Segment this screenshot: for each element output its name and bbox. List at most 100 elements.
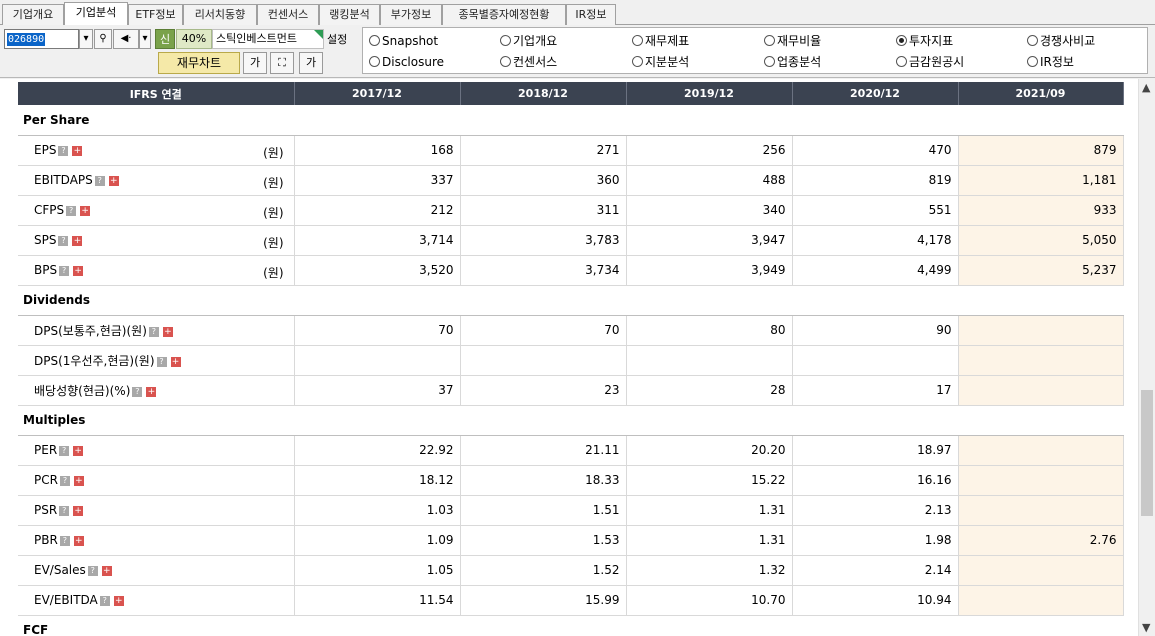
radio-financial-statements[interactable]: 재무제표 — [632, 33, 689, 49]
dropdown-arrow-icon[interactable]: ▾ — [79, 29, 93, 49]
help-icon[interactable]: ? — [59, 266, 70, 276]
radio-competitor-comparison[interactable]: 경쟁사비교 — [1027, 33, 1095, 49]
company-name: 스틱인베스트먼트 — [212, 29, 324, 49]
help-icon[interactable]: ? — [94, 176, 105, 186]
radio-label: Disclosure — [382, 55, 445, 69]
row-label: BPS — [34, 263, 58, 277]
value-cell: 1.53 — [460, 525, 627, 556]
investment-indicator-table: IFRS 연결 2017/12 2018/12 2019/12 2020/12 … — [18, 82, 1124, 636]
help-icon[interactable]: ? — [59, 536, 70, 546]
help-icon[interactable]: ? — [87, 566, 98, 576]
help-icon[interactable]: ? — [156, 356, 167, 367]
speaker-icon[interactable]: ◀· — [113, 29, 139, 49]
scroll-thumb[interactable] — [1141, 390, 1153, 516]
table-row: SPS? + (원) 3,714 3,783 3,947 4,178 5,050 — [18, 225, 1124, 256]
row-label: EV/EBITDA — [34, 593, 98, 607]
help-icon[interactable]: ? — [59, 476, 70, 486]
value-cell: 70 — [294, 315, 461, 346]
help-icon[interactable]: ? — [148, 326, 159, 337]
radio-industry-analysis[interactable]: 업종분석 — [764, 54, 821, 70]
value-cell: 551 — [792, 195, 959, 226]
search-icon[interactable]: ⚲ — [94, 29, 112, 49]
expand-plus-icon[interactable]: + — [162, 326, 173, 337]
table-row: EPS? + (원) 168 271 256 470 879 — [18, 135, 1124, 166]
radio-label: Snapshot — [382, 34, 439, 48]
expand-plus-icon[interactable]: + — [146, 386, 157, 397]
table-row: EBITDAPS? + (원) 337 360 488 819 1,181 — [18, 165, 1124, 196]
expand-icon[interactable]: ⛶ — [270, 52, 294, 74]
help-icon[interactable]: ? — [99, 596, 110, 606]
tab-extra-info[interactable]: 부가정보 — [380, 4, 442, 25]
row-label-cell: DPS(1우선주,현금)(원)? + — [18, 345, 295, 376]
radio-label: 경쟁사비교 — [1040, 34, 1096, 48]
row-label-cell: EPS? + (원) — [18, 135, 295, 166]
scroll-down-icon[interactable]: ▼ — [1142, 621, 1150, 634]
financial-chart-button[interactable]: 재무차트 — [158, 52, 240, 74]
tab-ir-info[interactable]: IR정보 — [566, 4, 616, 25]
value-cell: 3,714 — [294, 225, 461, 256]
value-cell: 340 — [626, 195, 793, 226]
tab-company-analysis[interactable]: 기업분석 — [64, 2, 128, 26]
radio-company-overview[interactable]: 기업개요 — [500, 33, 557, 49]
font-small-icon: 가 — [249, 56, 261, 69]
tab-research-trend[interactable]: 리서치동향 — [183, 4, 257, 25]
radio-icon — [1027, 35, 1038, 46]
radio-investment-indicators[interactable]: 투자지표 — [896, 33, 953, 49]
vertical-scrollbar[interactable]: ▲ ▼ — [1138, 79, 1155, 636]
header-period: 2017/12 — [294, 82, 461, 105]
header-period: 2020/12 — [792, 82, 959, 105]
expand-plus-icon[interactable]: + — [72, 236, 83, 246]
value-cell — [626, 345, 793, 376]
value-cell — [460, 345, 627, 376]
help-icon[interactable]: ? — [58, 146, 69, 156]
help-icon[interactable]: ? — [58, 236, 69, 246]
section-row: Multiples — [18, 405, 1123, 436]
speaker-dropdown-icon[interactable]: ▾ — [139, 29, 151, 49]
radio-label: 투자지표 — [909, 34, 954, 48]
expand-plus-icon[interactable]: + — [80, 206, 91, 216]
expand-plus-icon[interactable]: + — [73, 506, 84, 516]
scroll-up-icon[interactable]: ▲ — [1142, 81, 1150, 94]
radio-icon — [764, 35, 775, 46]
value-cell: 21.11 — [460, 435, 627, 466]
value-cell: 1.03 — [294, 495, 461, 526]
value-cell: 16.16 — [792, 465, 959, 496]
tab-company-overview[interactable]: 기업개요 — [2, 4, 64, 25]
radio-equity-analysis[interactable]: 지분분석 — [632, 54, 689, 70]
radio-financial-ratios[interactable]: 재무비율 — [764, 33, 821, 49]
settings-link[interactable]: 설정 — [327, 31, 347, 47]
radio-disclosure[interactable]: Disclosure — [369, 54, 444, 70]
radio-snapshot[interactable]: Snapshot — [369, 33, 438, 49]
expand-plus-icon[interactable]: + — [72, 146, 83, 156]
tab-consensus[interactable]: 컨센서스 — [257, 4, 319, 25]
expand-plus-icon[interactable]: + — [101, 566, 112, 576]
stock-code-input[interactable]: 026890 — [4, 29, 79, 49]
section-title: FCF — [18, 615, 1123, 636]
font-decrease-button[interactable]: 가 — [243, 52, 267, 74]
tab-capital-increase[interactable]: 종목별증자예정현황 — [442, 4, 566, 25]
expand-plus-icon[interactable]: + — [170, 356, 181, 367]
expand-plus-icon[interactable]: + — [73, 536, 84, 546]
help-icon[interactable]: ? — [59, 506, 70, 516]
value-cell: 17 — [792, 375, 959, 406]
tab-etf-info[interactable]: ETF정보 — [128, 4, 183, 25]
header-period: 2021/09 — [958, 82, 1124, 105]
value-cell: 2.76 — [958, 525, 1124, 556]
value-cell: 5,050 — [958, 225, 1124, 256]
radio-ir-info[interactable]: IR정보 — [1027, 54, 1074, 70]
help-icon[interactable]: ? — [132, 386, 143, 397]
radio-consensus[interactable]: 컨센서스 — [500, 54, 557, 70]
table-row: PCR? +18.12 18.33 15.22 16.16 — [18, 465, 1124, 496]
value-cell — [958, 585, 1124, 616]
expand-plus-icon[interactable]: + — [73, 446, 84, 456]
font-increase-button[interactable]: 가 — [299, 52, 323, 74]
expand-plus-icon[interactable]: + — [108, 176, 119, 186]
help-icon[interactable]: ? — [59, 446, 70, 456]
help-icon[interactable]: ? — [66, 206, 77, 216]
expand-plus-icon[interactable]: + — [113, 596, 124, 606]
radio-fss-disclosure[interactable]: 금감원공시 — [896, 54, 964, 70]
unit-label: (원) — [263, 235, 284, 250]
tab-ranking[interactable]: 랭킹분석 — [319, 4, 380, 25]
expand-plus-icon[interactable]: + — [73, 476, 84, 486]
expand-plus-icon[interactable]: + — [73, 266, 84, 276]
